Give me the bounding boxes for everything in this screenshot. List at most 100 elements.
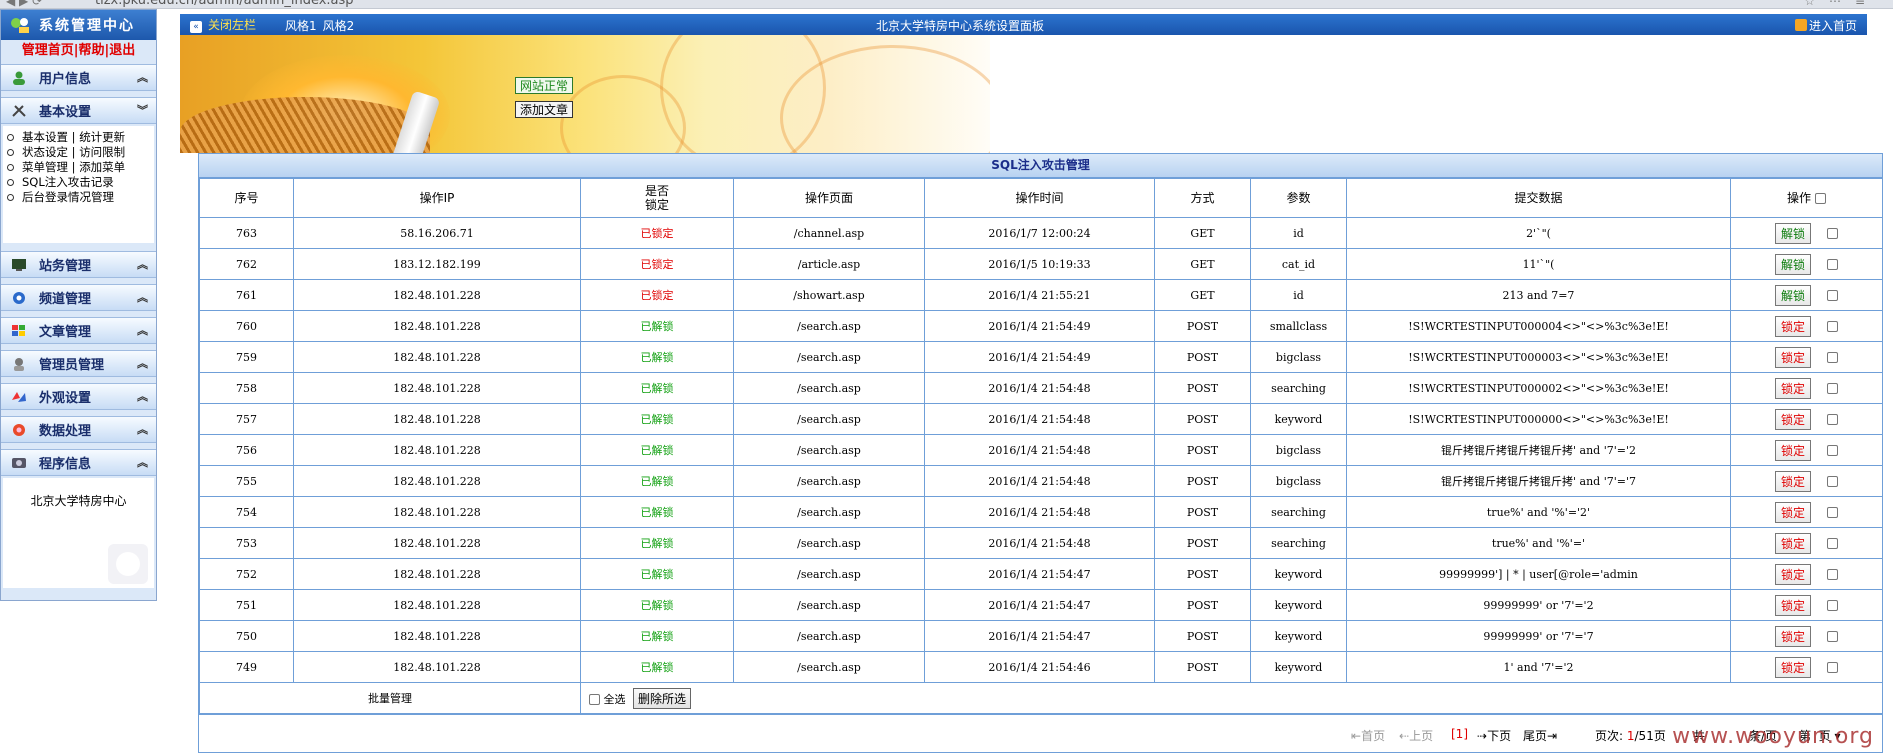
cell-data: 11'`"( bbox=[1346, 248, 1731, 280]
sidebar-section-data[interactable]: 数据处理 ︽ bbox=[1, 416, 156, 443]
cell-param: keyword bbox=[1250, 403, 1347, 435]
row-checkbox[interactable] bbox=[1827, 568, 1838, 580]
lock-button[interactable]: 锁定 bbox=[1774, 594, 1811, 616]
sidebar-section-channel[interactable]: 频道管理 ︽ bbox=[1, 284, 156, 311]
lock-button[interactable]: 锁定 bbox=[1774, 439, 1811, 461]
cell-time: 2016/1/4 21:54:48 bbox=[924, 372, 1155, 404]
sidebar-section-article[interactable]: 文章管理 ︽ bbox=[1, 317, 156, 344]
chevron-up-icon[interactable]: ︽ bbox=[137, 289, 148, 305]
lock-button[interactable]: 锁定 bbox=[1774, 377, 1811, 399]
add-article-button[interactable]: 添加文章 bbox=[515, 101, 574, 118]
cell-id: 759 bbox=[199, 341, 294, 373]
menu-sql-injection-log[interactable]: SQL注入攻击记录 bbox=[22, 175, 114, 190]
menu-basic-settings[interactable]: 基本设置 bbox=[22, 130, 68, 145]
chevron-up-icon[interactable]: ︽ bbox=[137, 69, 148, 85]
cell-id: 751 bbox=[199, 589, 294, 621]
unlock-button[interactable]: 解锁 bbox=[1774, 284, 1811, 306]
menu-stats-update[interactable]: 统计更新 bbox=[79, 130, 125, 145]
row-checkbox[interactable] bbox=[1827, 475, 1838, 487]
menu-add-menu[interactable]: 添加菜单 bbox=[79, 160, 125, 175]
chevron-up-icon[interactable]: ︽ bbox=[137, 355, 148, 371]
link-help[interactable]: 帮助 bbox=[78, 43, 104, 58]
lock-button[interactable]: 锁定 bbox=[1774, 625, 1811, 647]
site-status-button[interactable]: 网站正常 bbox=[515, 77, 574, 94]
link-logout[interactable]: 退出 bbox=[109, 43, 135, 58]
menu-row: 状态设定 | 访问限制 bbox=[7, 145, 154, 160]
lock-button[interactable]: 锁定 bbox=[1774, 346, 1811, 368]
row-checkbox[interactable] bbox=[1827, 227, 1838, 239]
table-row: 752 182.48.101.228 已解锁/search.asp 2016/1/4 … bbox=[199, 558, 1883, 590]
lock-button[interactable]: 锁定 bbox=[1774, 408, 1811, 430]
sidebar-section-appearance[interactable]: 外观设置 ︽ bbox=[1, 383, 156, 410]
chevron-up-icon[interactable]: ︽ bbox=[137, 256, 148, 272]
style-2-link[interactable]: 风格2 bbox=[323, 19, 355, 33]
sidebar-section-program-info[interactable]: 程序信息 ︽ bbox=[1, 449, 156, 476]
menu-menu-management[interactable]: 菜单管理 bbox=[22, 160, 68, 175]
row-checkbox[interactable] bbox=[1827, 351, 1838, 363]
cell-id: 749 bbox=[199, 651, 294, 683]
row-checkbox[interactable] bbox=[1827, 289, 1838, 301]
browser-nav-icons[interactable]: ◀ ▶ ⟳ bbox=[6, 0, 42, 8]
section-label: 用户信息 bbox=[39, 72, 92, 87]
row-checkbox[interactable] bbox=[1827, 630, 1838, 642]
row-checkbox[interactable] bbox=[1827, 258, 1838, 270]
cell-data: 锟斤拷锟斤拷锟斤拷锟斤拷' and '7'='7 bbox=[1346, 465, 1731, 497]
row-checkbox[interactable] bbox=[1827, 382, 1838, 394]
lock-button[interactable]: 锁定 bbox=[1774, 501, 1811, 523]
chevron-down-icon[interactable]: ︾ bbox=[137, 102, 148, 118]
menu-status-setting[interactable]: 状态设定 bbox=[22, 145, 68, 160]
close-left-panel-button[interactable]: « 关闭左栏 bbox=[190, 16, 256, 33]
lock-button[interactable]: 锁定 bbox=[1774, 563, 1811, 585]
prev-page-link[interactable]: ⇠上页 bbox=[1399, 727, 1433, 744]
table-row: 755 182.48.101.228 已解锁/search.asp 2016/1/4 … bbox=[199, 465, 1883, 497]
top-bar: « 关闭左栏 风格1 风格2 北京大学特房中心系统设置面板 进入首页 bbox=[180, 14, 1867, 35]
appearance-icon bbox=[11, 390, 27, 404]
lock-button[interactable]: 锁定 bbox=[1774, 315, 1811, 337]
cell-param: bigclass bbox=[1250, 434, 1347, 466]
enter-homepage-link[interactable]: 进入首页 bbox=[1794, 17, 1857, 34]
cell-ip: 182.48.101.228 bbox=[293, 372, 581, 404]
section-label: 外观设置 bbox=[39, 391, 92, 406]
unlock-button[interactable]: 解锁 bbox=[1774, 222, 1811, 244]
sidebar-section-basic-settings[interactable]: 基本设置 ︾ bbox=[1, 97, 156, 124]
chevron-up-icon[interactable]: ︽ bbox=[137, 322, 148, 338]
unlock-button[interactable]: 解锁 bbox=[1774, 253, 1811, 275]
menu-access-limit[interactable]: 访问限制 bbox=[79, 145, 125, 160]
link-admin-home[interactable]: 管理首页 bbox=[22, 43, 74, 58]
sidebar-title: 系统管理中心 bbox=[39, 18, 135, 34]
menu-login-management[interactable]: 后台登录情况管理 bbox=[22, 190, 114, 205]
lock-button[interactable]: 锁定 bbox=[1774, 532, 1811, 554]
sidebar-section-user-info[interactable]: 用户信息 ︽ bbox=[1, 64, 156, 91]
select-all-header-checkbox[interactable] bbox=[1815, 193, 1826, 204]
row-checkbox[interactable] bbox=[1827, 599, 1838, 611]
cell-id: 756 bbox=[199, 434, 294, 466]
chevron-up-icon[interactable]: ︽ bbox=[137, 454, 148, 470]
delete-selected-button[interactable]: 删除所选 bbox=[633, 687, 692, 709]
browser-right-icons[interactable]: ☆⋯≡ bbox=[1804, 0, 1879, 8]
address-bar[interactable]: tizx.pku.edu.cn/admin/admin_index.asp bbox=[95, 0, 354, 8]
first-page-link[interactable]: ⇤首页 bbox=[1351, 727, 1385, 744]
row-checkbox[interactable] bbox=[1827, 320, 1838, 332]
style-1-link[interactable]: 风格1 bbox=[285, 19, 317, 33]
lock-button[interactable]: 锁定 bbox=[1774, 470, 1811, 492]
sidebar-section-site-affairs[interactable]: 站务管理 ︽ bbox=[1, 251, 156, 278]
chevron-up-icon[interactable]: ︽ bbox=[137, 388, 148, 404]
next-page-link[interactable]: ⇢下页 bbox=[1477, 727, 1511, 744]
cell-page: /search.asp bbox=[733, 310, 925, 342]
sidebar-section-admins[interactable]: 管理员管理 ︽ bbox=[1, 350, 156, 377]
cell-ip: 58.16.206.71 bbox=[293, 217, 581, 249]
row-checkbox[interactable] bbox=[1827, 413, 1838, 425]
row-checkbox[interactable] bbox=[1827, 661, 1838, 673]
channel-icon bbox=[11, 291, 27, 305]
row-checkbox[interactable] bbox=[1827, 506, 1838, 518]
last-page-link[interactable]: 尾页⇥ bbox=[1523, 727, 1557, 744]
sql-injection-panel: SQL注入攻击管理 序号 操作IP 是否 锁定 操作页面 操作时间 方式 参数 提… bbox=[198, 153, 1883, 753]
bullet-icon bbox=[7, 164, 14, 171]
row-checkbox[interactable] bbox=[1827, 537, 1838, 549]
chevron-up-icon[interactable]: ︽ bbox=[137, 421, 148, 437]
lock-button[interactable]: 锁定 bbox=[1774, 656, 1811, 678]
row-checkbox[interactable] bbox=[1827, 444, 1838, 456]
cell-param: cat_id bbox=[1250, 248, 1347, 280]
cell-time: 2016/1/7 12:00:24 bbox=[924, 217, 1155, 249]
select-all-checkbox[interactable] bbox=[589, 694, 600, 705]
